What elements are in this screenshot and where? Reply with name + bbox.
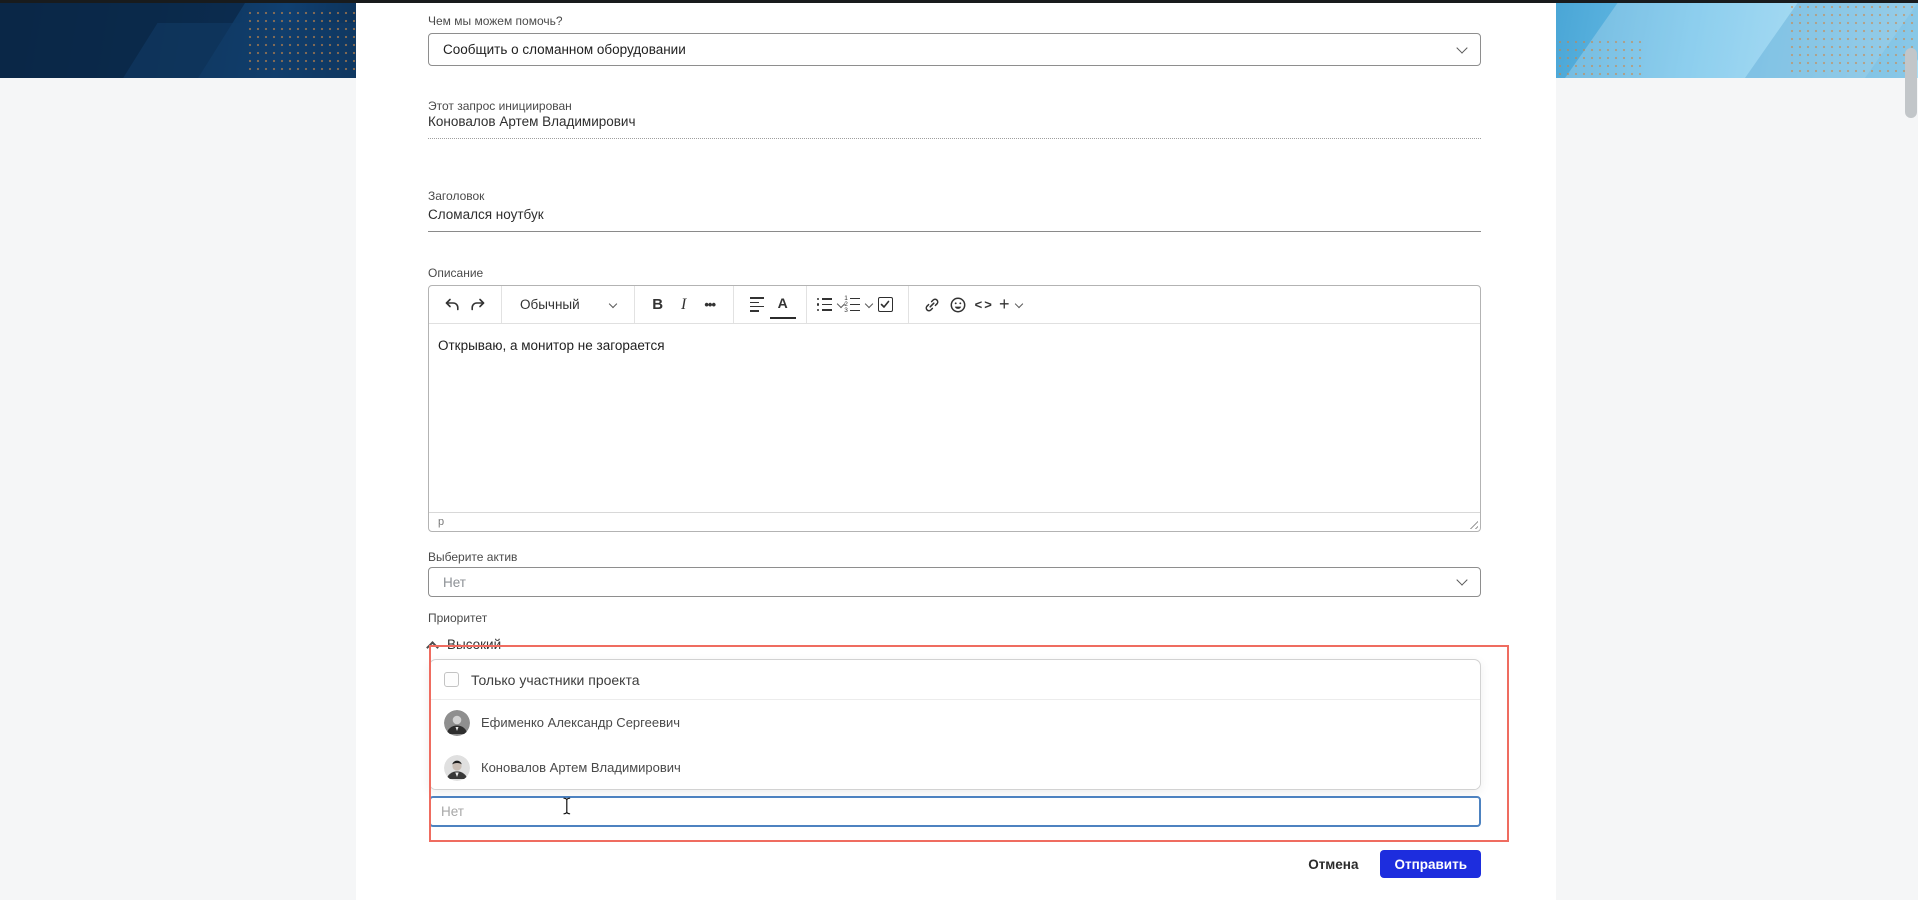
- redo-icon: [471, 298, 485, 310]
- insert-emoji-button[interactable]: [945, 291, 971, 319]
- undo-button[interactable]: [439, 291, 465, 319]
- project-filter-row: Только участники проекта: [430, 660, 1480, 700]
- editor-resize-handle[interactable]: [1467, 518, 1478, 529]
- paragraph-style-value: Обычный: [520, 297, 580, 312]
- subscriber-option[interactable]: Коновалов Артем Владимирович: [430, 745, 1480, 789]
- bold-button[interactable]: B: [645, 291, 671, 319]
- category-select[interactable]: Сообщить о сломанном оборудовании: [428, 33, 1481, 66]
- undo-icon: [445, 298, 459, 310]
- initiator-field-value: Коновалов Артем Владимирович: [428, 114, 1481, 139]
- more-formatting-button[interactable]: •••: [697, 291, 723, 319]
- insert-more-button[interactable]: +: [997, 291, 1023, 319]
- editor-toolbar: Обычный B I ••• A 1 2 3 <> +: [429, 286, 1480, 324]
- category-field-label: Чем мы можем помочь?: [428, 14, 563, 28]
- initiator-field-label: Этот запрос инициирован: [428, 99, 572, 113]
- priority-select[interactable]: Высокий: [426, 637, 502, 654]
- priority-value: Высокий: [447, 637, 502, 652]
- bullet-list-icon: [816, 297, 833, 312]
- banner-dots-pattern: [1556, 38, 1646, 78]
- project-members-checkbox[interactable]: [444, 672, 459, 687]
- asset-field-label: Выберите актив: [428, 550, 518, 564]
- text-color-button[interactable]: A: [769, 291, 796, 319]
- redo-button[interactable]: [465, 291, 491, 319]
- rich-text-editor: Обычный B I ••• A 1 2 3 <> + Открываю, а…: [428, 285, 1481, 532]
- text-cursor-icon: [563, 797, 571, 815]
- page-scrollbar[interactable]: [1905, 48, 1917, 118]
- banner-dots-pattern: [246, 9, 356, 75]
- insert-link-button[interactable]: [919, 291, 945, 319]
- priority-field-label: Приоритет: [428, 611, 488, 625]
- plus-icon: +: [999, 294, 1010, 314]
- paragraph-style-select[interactable]: Обычный: [512, 291, 624, 319]
- project-members-checkbox-label: Только участники проекта: [471, 671, 640, 688]
- cancel-button[interactable]: Отмена: [1308, 857, 1358, 872]
- task-list-button[interactable]: [872, 291, 898, 319]
- asset-select[interactable]: Нет: [428, 567, 1481, 597]
- toolbar-separator: [501, 286, 502, 323]
- portal-hero-banner-left: [0, 3, 356, 78]
- avatar: [444, 754, 470, 781]
- avatar: [444, 709, 470, 736]
- link-icon: [925, 298, 939, 311]
- subscribers-dropdown-panel: Только участники проекта Ефименко Алекса…: [429, 659, 1481, 790]
- description-editor-content[interactable]: Открываю, а монитор не загорается: [429, 324, 1480, 512]
- numbered-list-icon: 1 2 3: [844, 295, 861, 314]
- chevron-down-icon: [608, 299, 617, 308]
- portal-hero-banner-right: [1556, 3, 1918, 78]
- page-canvas: Чем мы можем помочь? Сообщить о сломанно…: [0, 0, 1918, 900]
- asset-select-value: Нет: [443, 574, 466, 590]
- chevron-down-icon: [1456, 41, 1468, 54]
- chevron-down-icon: [1014, 299, 1023, 308]
- title-field-input[interactable]: Сломался ноутбук: [428, 207, 1481, 232]
- subscriber-option-name: Коновалов Артем Владимирович: [481, 760, 681, 775]
- toolbar-separator: [633, 286, 635, 323]
- toolbar-separator: [908, 286, 910, 323]
- banner-dots-pattern: [1788, 3, 1918, 73]
- subscriber-option[interactable]: Ефименко Александр Сергеевич: [430, 700, 1480, 745]
- smiley-icon: [950, 297, 966, 312]
- subscribers-search-input[interactable]: [429, 796, 1481, 827]
- code-view-button[interactable]: <>: [971, 291, 997, 319]
- editor-block-indicator: p: [438, 516, 445, 528]
- text-align-button[interactable]: [744, 291, 770, 319]
- digit: 3: [844, 307, 848, 314]
- digit: 1: [844, 295, 848, 302]
- submit-button[interactable]: Отправить: [1380, 850, 1481, 878]
- align-left-icon: [749, 297, 764, 312]
- priority-high-chevron-up-icon: [426, 640, 439, 654]
- subscriber-option-name: Ефименко Александр Сергеевич: [481, 715, 681, 730]
- toolbar-separator: [732, 286, 734, 323]
- toolbar-separator: [805, 286, 807, 323]
- title-field-label: Заголовок: [428, 189, 485, 203]
- editor-status-bar: p: [429, 512, 1480, 531]
- category-select-value: Сообщить о сломанном оборудовании: [443, 42, 686, 57]
- checked-box-icon: [877, 297, 893, 312]
- description-field-label: Описание: [428, 266, 484, 280]
- form-actions: Отмена Отправить: [428, 850, 1481, 878]
- browser-top-edge: [0, 0, 1918, 3]
- chevron-down-icon: [1456, 574, 1468, 586]
- bullet-list-button[interactable]: [816, 291, 846, 319]
- numbered-list-button[interactable]: 1 2 3: [844, 291, 874, 319]
- italic-button[interactable]: I: [671, 291, 697, 319]
